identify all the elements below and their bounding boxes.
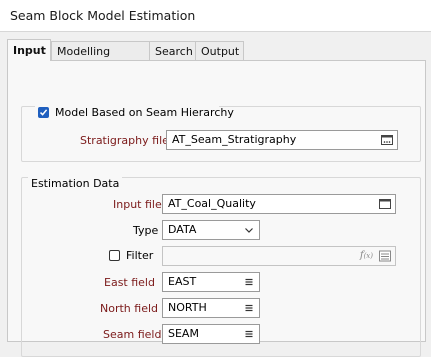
type-select[interactable]: DATA — [162, 220, 260, 240]
field-list-icon[interactable] — [378, 249, 392, 263]
north-field-input[interactable]: NORTH — [162, 298, 260, 318]
filter-input[interactable]: f(x) — [162, 246, 396, 266]
field-list-icon[interactable] — [243, 302, 255, 314]
input-tab-panel: Model Based on Seam Hierarchy Stratigrap… — [7, 60, 426, 357]
east-field-value: EAST — [168, 275, 197, 288]
east-field-label: East field — [104, 276, 155, 289]
seam-field-label: Seam field — [103, 328, 162, 341]
seam-field-input[interactable]: SEAM — [162, 324, 260, 344]
field-list-icon[interactable] — [243, 276, 255, 288]
stratigraphy-file-value: AT_Seam_Stratigraphy — [172, 133, 297, 146]
north-field-value: NORTH — [168, 301, 207, 314]
chevron-down-icon[interactable] — [243, 224, 255, 236]
estimation-data-legend: Estimation Data — [28, 177, 123, 191]
stratigraphy-file-label: Stratigraphy file — [80, 134, 169, 147]
fx-expression-icon[interactable]: f(x) — [360, 247, 373, 265]
tab-search[interactable]: Search — [149, 41, 196, 60]
dialog-window: Seam Block Model Estimation Input Modell… — [0, 0, 431, 357]
type-label: Type — [133, 224, 159, 237]
dialog-client: Input Modelling Method Search Output Mod… — [0, 31, 431, 357]
tab-output[interactable]: Output — [195, 41, 244, 60]
filter-label: Filter — [126, 249, 154, 262]
seam-field-value: SEAM — [168, 327, 199, 340]
seam-hierarchy-legend: Model Based on Seam Hierarchy — [35, 105, 234, 121]
seam-hierarchy-checkbox[interactable] — [38, 107, 49, 118]
tab-modelling-method[interactable]: Modelling Method — [51, 41, 150, 77]
checkmark-icon — [39, 109, 48, 116]
seam-hierarchy-label: Model Based on Seam Hierarchy — [55, 106, 234, 119]
input-file-label: Input file — [113, 198, 162, 211]
north-field-label: North field — [100, 302, 158, 315]
window-title: Seam Block Model Estimation — [10, 8, 196, 23]
east-field-input[interactable]: EAST — [162, 272, 260, 292]
field-list-icon[interactable] — [243, 328, 255, 340]
input-file-input[interactable]: AT_Coal_Quality — [162, 194, 396, 214]
browse-file-icon[interactable] — [380, 133, 394, 147]
estimation-data-title: Estimation Data — [31, 177, 120, 190]
stratigraphy-file-input[interactable]: AT_Seam_Stratigraphy — [166, 130, 398, 150]
input-file-value: AT_Coal_Quality — [168, 197, 256, 210]
tab-input[interactable]: Input — [7, 39, 51, 61]
type-value: DATA — [168, 223, 197, 236]
browse-file-icon[interactable] — [378, 197, 392, 211]
filter-checkbox[interactable] — [109, 250, 120, 261]
